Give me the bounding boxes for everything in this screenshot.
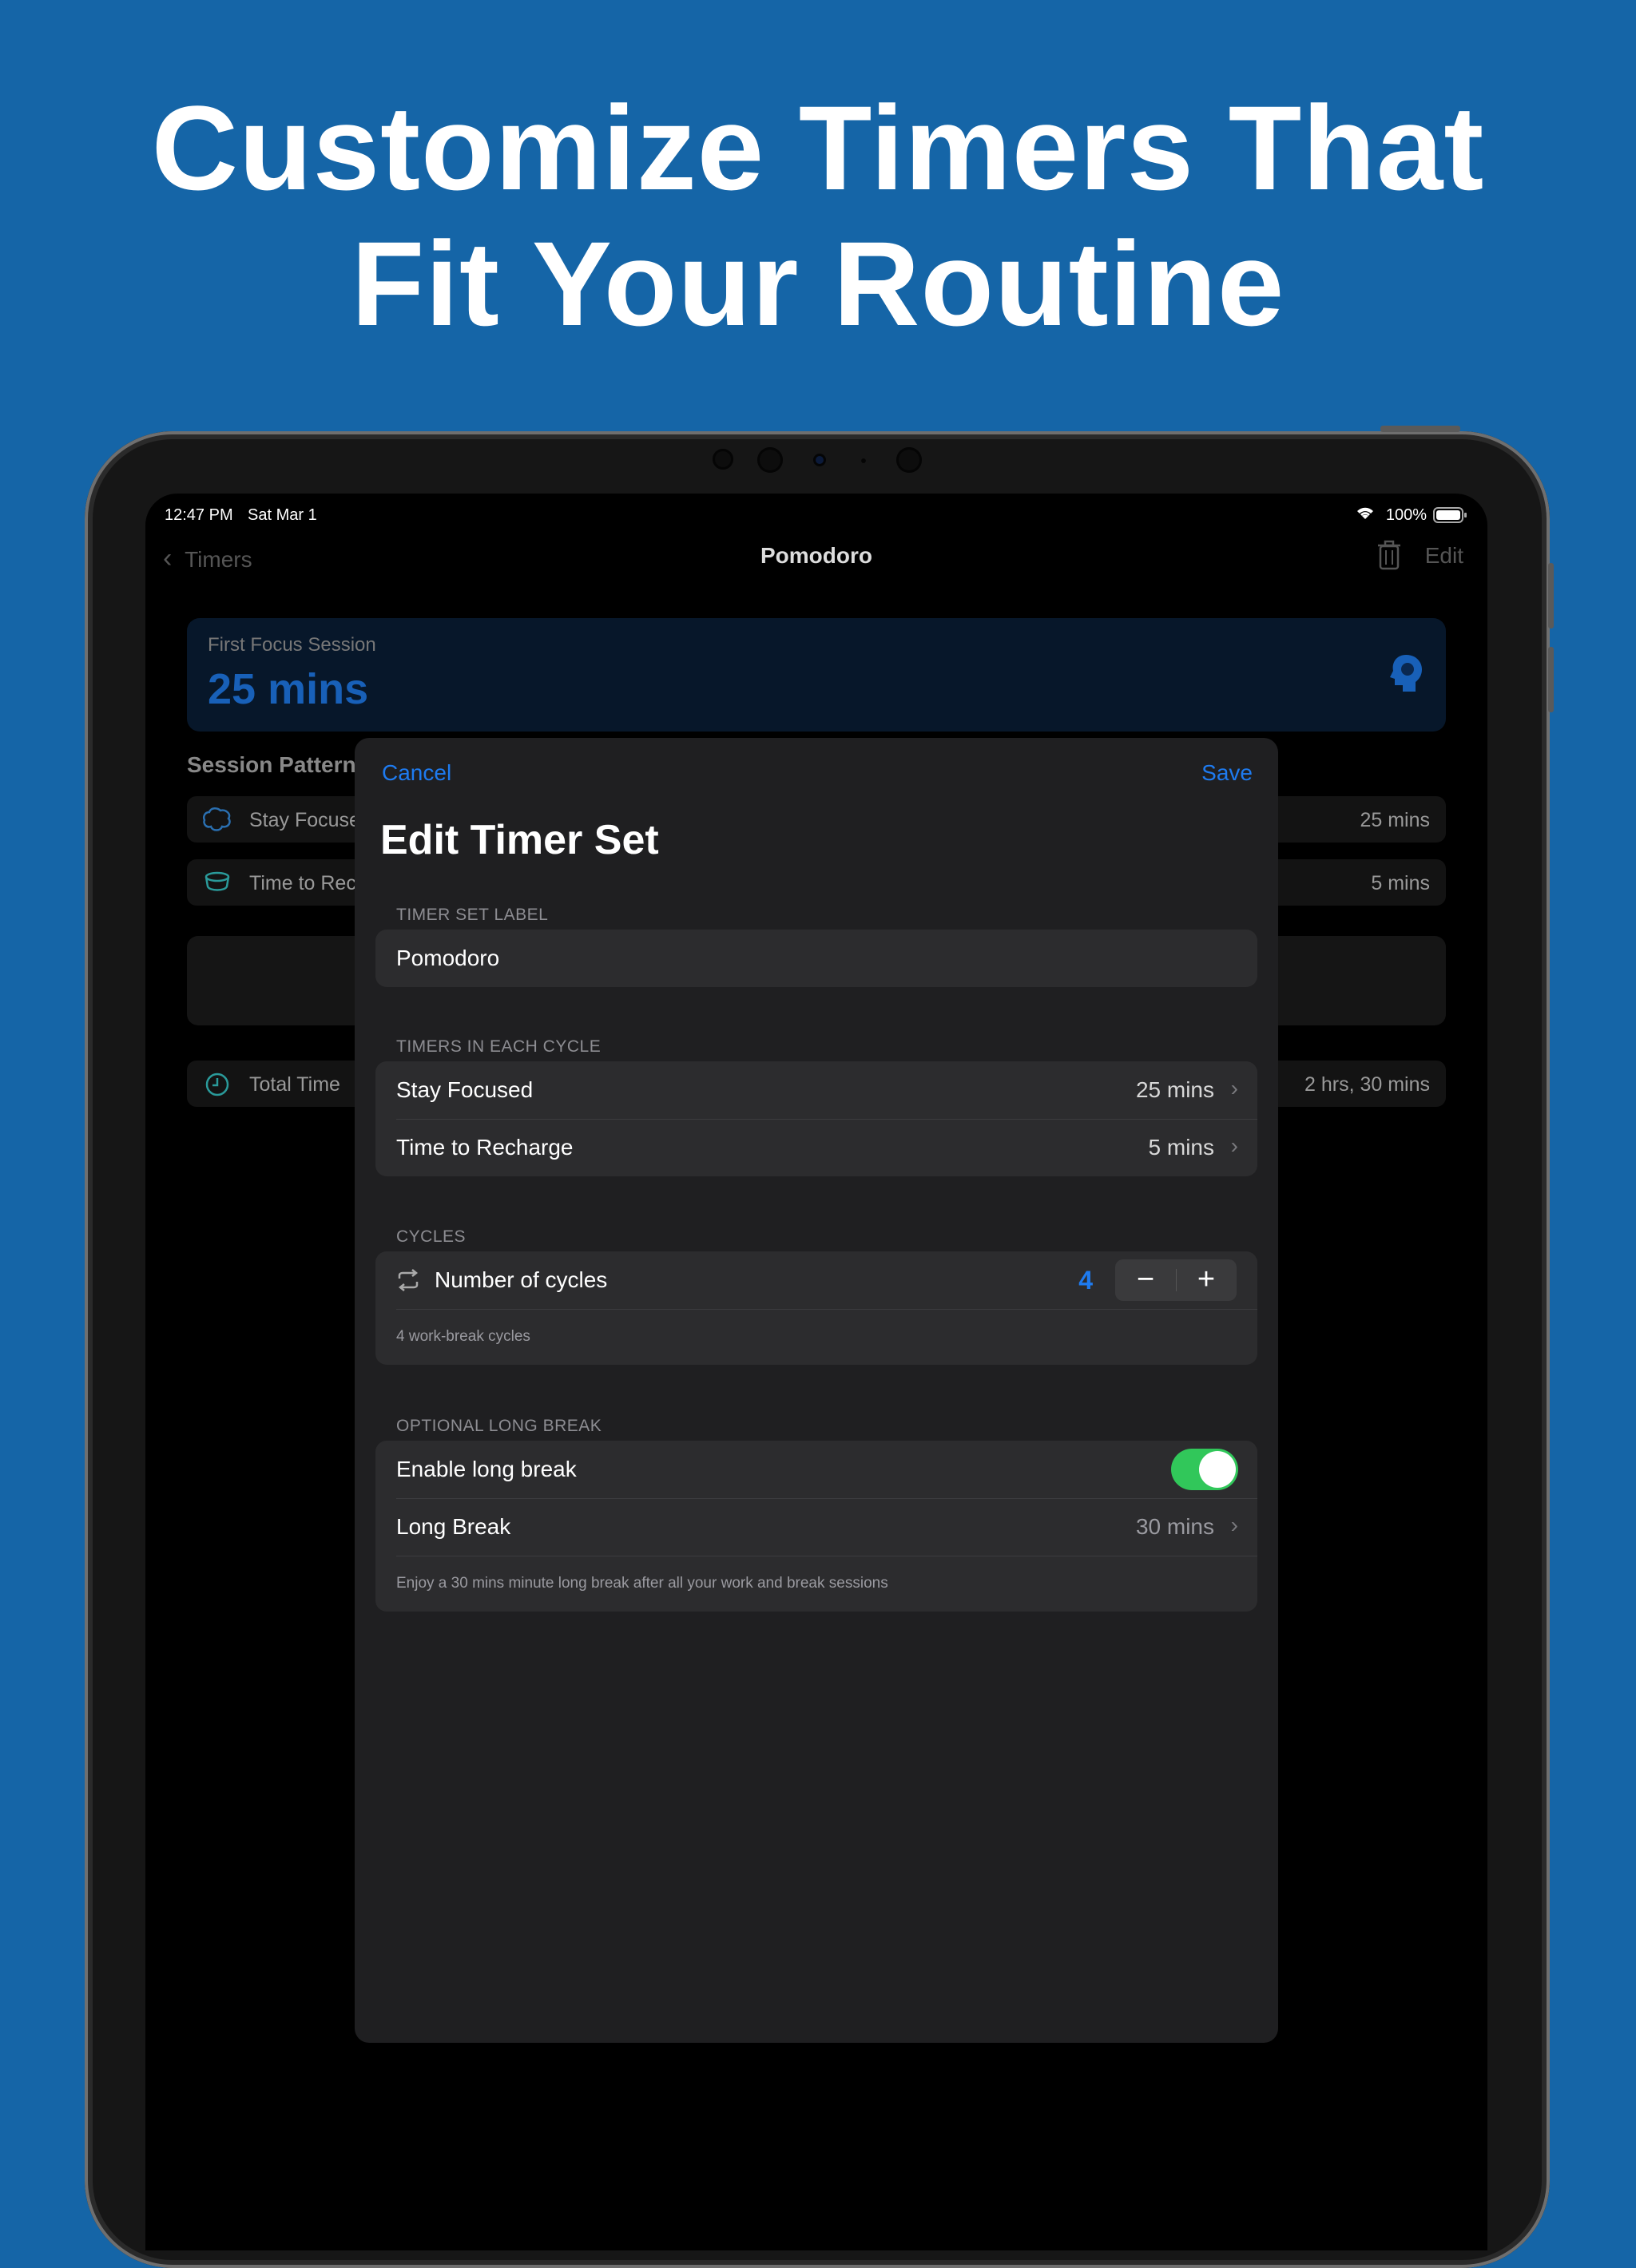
focus-card: First Focus Session 25 mins bbox=[187, 618, 1446, 732]
battery-percent: 100% bbox=[1385, 506, 1427, 524]
toggle-knob bbox=[1199, 1451, 1236, 1488]
headline: Customize Timers That Fit Your Routine bbox=[0, 80, 1636, 351]
sensor-dot bbox=[713, 449, 733, 470]
timer-set-label-value: Pomodoro bbox=[396, 946, 500, 970]
headline-line-2: Fit Your Routine bbox=[351, 216, 1285, 351]
cycles-note: 4 work-break cycles bbox=[396, 1328, 530, 1345]
cycles-group: Number of cycles 4 − + 4 work-break cycl… bbox=[375, 1251, 1257, 1365]
timer-row-label: Stay Focused bbox=[396, 1077, 534, 1102]
battery-icon bbox=[1433, 506, 1468, 529]
timer-row-value: 25 mins bbox=[1135, 1077, 1214, 1102]
brain-icon bbox=[201, 806, 233, 839]
bg-row-value: 25 mins bbox=[1360, 809, 1430, 831]
repeat-icon bbox=[396, 1269, 420, 1297]
long-break-note: Enjoy a 30 mins minute long break after … bbox=[396, 1575, 888, 1592]
timer-set-label-input[interactable]: Pomodoro bbox=[375, 930, 1257, 987]
front-camera bbox=[813, 454, 826, 466]
long-break-row[interactable]: Long Break 30 mins › bbox=[375, 1498, 1257, 1556]
sensor-dot bbox=[896, 447, 922, 473]
save-button[interactable]: Save bbox=[1201, 760, 1253, 786]
top-button bbox=[1380, 426, 1460, 432]
section-header-timers: TIMERS IN EACH CYCLE bbox=[396, 1037, 602, 1056]
section-header-long-break: OPTIONAL LONG BREAK bbox=[396, 1417, 602, 1435]
chevron-right-icon: › bbox=[1230, 1076, 1238, 1100]
cycles-label: Number of cycles bbox=[435, 1267, 608, 1292]
volume-down-button bbox=[1548, 647, 1554, 712]
chevron-right-icon: › bbox=[1230, 1133, 1238, 1158]
decrement-button[interactable]: − bbox=[1115, 1261, 1176, 1298]
bg-row-label: Time to Rec bbox=[249, 872, 356, 894]
divider bbox=[396, 1309, 1257, 1310]
cup-icon bbox=[201, 870, 233, 900]
long-break-label: Long Break bbox=[396, 1514, 511, 1539]
chevron-right-icon: › bbox=[1230, 1513, 1238, 1537]
status-date: Sat Mar 1 bbox=[248, 506, 317, 524]
bg-row-label: Total Time bbox=[249, 1073, 340, 1096]
trash-icon[interactable] bbox=[1377, 540, 1401, 574]
status-time: 12:47 PM bbox=[165, 506, 233, 524]
long-break-group: Enable long break Long Break 30 mins › E… bbox=[375, 1441, 1257, 1612]
bg-row-value: 2 hrs, 30 mins bbox=[1304, 1073, 1430, 1096]
volume-up-button bbox=[1548, 563, 1554, 628]
focus-card-value: 25 mins bbox=[208, 665, 369, 713]
sensor-dot bbox=[757, 447, 783, 473]
focus-card-label: First Focus Session bbox=[208, 634, 376, 656]
timers-group: Stay Focused 25 mins › Time to Recharge … bbox=[375, 1061, 1257, 1176]
enable-long-break-label: Enable long break bbox=[396, 1457, 577, 1481]
clock-icon bbox=[204, 1072, 230, 1103]
label-group: Pomodoro bbox=[375, 930, 1257, 987]
long-break-toggle[interactable] bbox=[1171, 1449, 1238, 1490]
long-break-value: 30 mins bbox=[1135, 1514, 1214, 1539]
section-header-label: TIMER SET LABEL bbox=[396, 906, 549, 924]
headline-line-1: Customize Timers That bbox=[151, 81, 1485, 215]
brain-head-icon bbox=[1388, 653, 1424, 697]
bg-row-label: Stay Focuse bbox=[249, 809, 360, 831]
session-pattern-title: Session Pattern bbox=[187, 752, 356, 777]
edit-button[interactable]: Edit bbox=[1425, 543, 1463, 569]
timer-row-value: 5 mins bbox=[1148, 1135, 1214, 1160]
sensor-dot bbox=[861, 458, 866, 463]
nav-title: Pomodoro bbox=[760, 543, 872, 568]
screen: 12:47 PM Sat Mar 1 100% ‹ Timers Pomodor… bbox=[145, 494, 1487, 2250]
cycles-row: Number of cycles 4 − + bbox=[375, 1251, 1257, 1309]
wifi-icon bbox=[1355, 505, 1376, 525]
timer-row-label: Time to Recharge bbox=[396, 1135, 574, 1160]
timer-row-recharge[interactable]: Time to Recharge 5 mins › bbox=[375, 1119, 1257, 1176]
cycles-count: 4 bbox=[1078, 1266, 1093, 1295]
timer-row-stay-focused[interactable]: Stay Focused 25 mins › bbox=[375, 1061, 1257, 1119]
edit-sheet: Cancel Save Edit Timer Set TIMER SET LAB… bbox=[355, 738, 1278, 2043]
increment-button[interactable]: + bbox=[1176, 1261, 1237, 1298]
bg-row-value: 5 mins bbox=[1371, 872, 1430, 894]
enable-long-break-row: Enable long break bbox=[375, 1441, 1257, 1498]
cancel-button[interactable]: Cancel bbox=[382, 760, 451, 786]
cycles-stepper: − + bbox=[1115, 1259, 1237, 1301]
section-header-cycles: CYCLES bbox=[396, 1227, 467, 1246]
sheet-title: Edit Timer Set bbox=[380, 817, 659, 863]
